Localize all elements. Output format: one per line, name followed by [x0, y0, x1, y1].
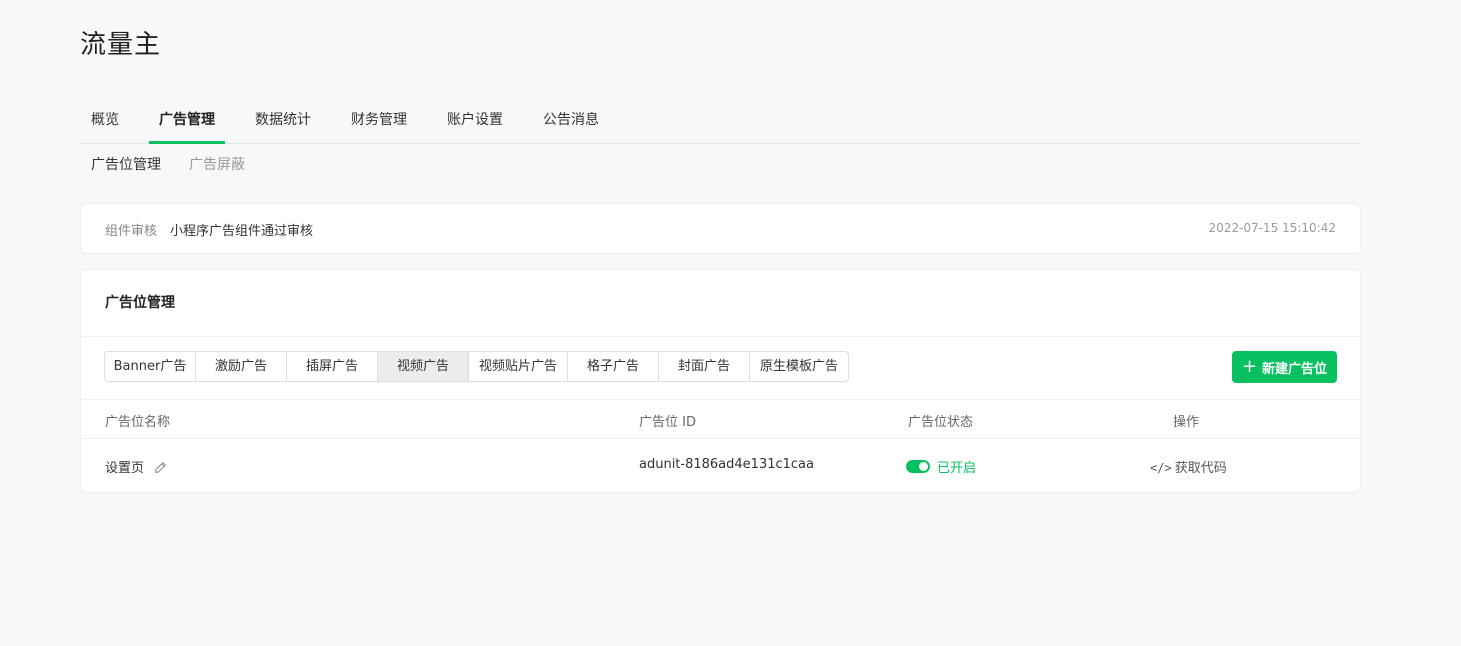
- column-header-name: 广告位名称: [105, 415, 171, 430]
- ad-type-cover[interactable]: 封面广告: [659, 352, 750, 381]
- ad-type-video[interactable]: 视频广告: [378, 352, 469, 381]
- ad-slot-id: adunit-8186ad4e131c1caa: [639, 457, 814, 472]
- status-toggle[interactable]: [906, 460, 930, 473]
- subtab-ad-blocking[interactable]: 广告屏蔽: [189, 154, 245, 174]
- ad-type-grid[interactable]: 格子广告: [568, 352, 659, 381]
- plus-icon: +: [1241, 356, 1258, 377]
- audit-text: 小程序广告组件通过审核: [170, 224, 314, 239]
- divider: [81, 336, 1360, 337]
- tab-overview[interactable]: 概览: [91, 100, 119, 143]
- pencil-icon[interactable]: [154, 461, 167, 474]
- new-ad-slot-button[interactable]: + 新建广告位: [1232, 351, 1337, 383]
- get-code-label: 获取代码: [1174, 461, 1227, 476]
- ad-slot-name-text: 设置页: [105, 461, 145, 476]
- tab-ad-management[interactable]: 广告管理: [149, 100, 225, 144]
- table-header: 广告位名称 广告位 ID 广告位状态 操作: [81, 399, 1360, 439]
- column-header-status: 广告位状态: [908, 415, 974, 430]
- tab-data-statistics[interactable]: 数据统计: [255, 100, 311, 143]
- ad-slot-panel: 广告位管理 Banner广告 激励广告 插屏广告 视频广告 视频贴片广告 格子广…: [80, 269, 1361, 493]
- tab-account-settings[interactable]: 账户设置: [447, 100, 503, 143]
- panel-title: 广告位管理: [105, 295, 175, 311]
- audit-label: 组件审核: [105, 224, 158, 239]
- tab-announcements[interactable]: 公告消息: [543, 100, 599, 143]
- table-row: 设置页 adunit-8186ad4e131c1caa 已开启 </> 获取代码: [81, 439, 1360, 493]
- column-header-action: 操作: [1173, 415, 1200, 430]
- status-text: 已开启: [937, 461, 977, 476]
- ad-type-rewarded[interactable]: 激励广告: [196, 352, 287, 381]
- audit-card: 组件审核 小程序广告组件通过审核 2022-07-15 15:10:42: [80, 203, 1361, 254]
- subtab-ad-slot-management[interactable]: 广告位管理: [91, 154, 161, 174]
- ad-type-interstitial[interactable]: 插屏广告: [287, 352, 378, 381]
- tab-finance[interactable]: 财务管理: [351, 100, 407, 143]
- ad-type-video-patch[interactable]: 视频贴片广告: [469, 352, 568, 381]
- code-icon: </>: [1150, 461, 1172, 475]
- main-nav: 概览 广告管理 数据统计 财务管理 账户设置 公告消息: [80, 100, 1361, 144]
- audit-time: 2022-07-15 15:10:42: [1208, 221, 1336, 235]
- page-title: 流量主: [80, 30, 162, 60]
- ad-type-segmented-control: Banner广告 激励广告 插屏广告 视频广告 视频贴片广告 格子广告 封面广告…: [104, 351, 849, 382]
- get-code-link[interactable]: </> 获取代码: [1150, 457, 1227, 476]
- ad-type-banner[interactable]: Banner广告: [105, 352, 196, 381]
- ad-type-native-template[interactable]: 原生模板广告: [750, 352, 848, 381]
- column-header-id: 广告位 ID: [639, 415, 696, 430]
- toggle-knob: [919, 462, 928, 471]
- ad-slot-name: 设置页: [105, 457, 167, 476]
- new-ad-slot-label: 新建广告位: [1262, 361, 1328, 377]
